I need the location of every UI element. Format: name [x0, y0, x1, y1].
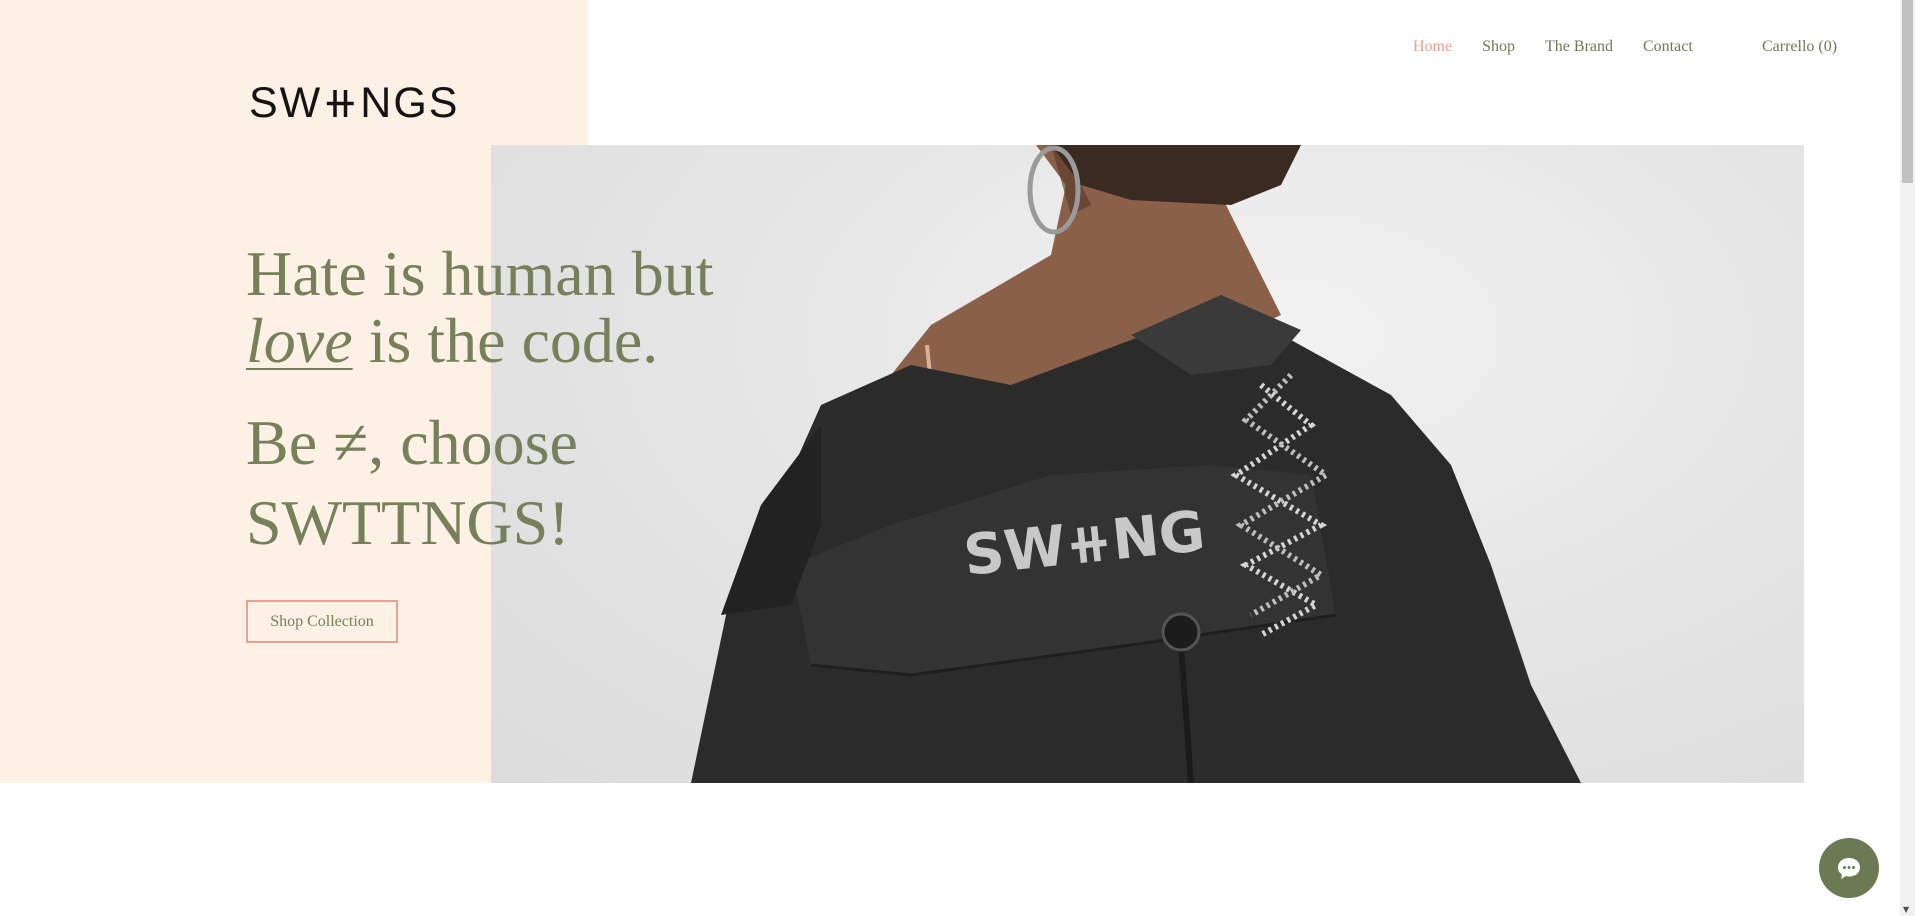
brand-logo[interactable]: SW⧺NGS — [249, 82, 459, 125]
subline-line-2: SWTTNGS! — [246, 487, 570, 558]
nav-shop[interactable]: Shop — [1482, 38, 1515, 56]
hero-headline: Hate is human but love is the code. — [246, 240, 713, 374]
headline-love-word: love — [246, 305, 353, 376]
nav-contact[interactable]: Contact — [1643, 38, 1693, 56]
nav-home[interactable]: Home — [1413, 38, 1452, 56]
main-nav: Home Shop The Brand Contact — [1413, 38, 1693, 56]
headline-line-1: Hate is human but — [246, 238, 714, 309]
subline-line-1: Be ≠, choose — [246, 407, 578, 478]
shop-collection-button[interactable]: Shop Collection — [246, 600, 398, 643]
page-scrollbar[interactable]: ▼ — [1900, 0, 1915, 916]
chat-bubble-icon — [1838, 858, 1860, 879]
nav-the-brand[interactable]: The Brand — [1545, 38, 1613, 56]
hero-subline: Be ≠, choose SWTTNGS! — [246, 403, 578, 563]
scroll-down-arrow-icon[interactable]: ▼ — [1903, 905, 1909, 914]
cart-link[interactable]: Carrello (0) — [1762, 38, 1837, 56]
scrollbar-thumb[interactable] — [1902, 0, 1913, 183]
chat-button[interactable] — [1819, 838, 1879, 898]
headline-line-2: is the code. — [352, 305, 659, 376]
